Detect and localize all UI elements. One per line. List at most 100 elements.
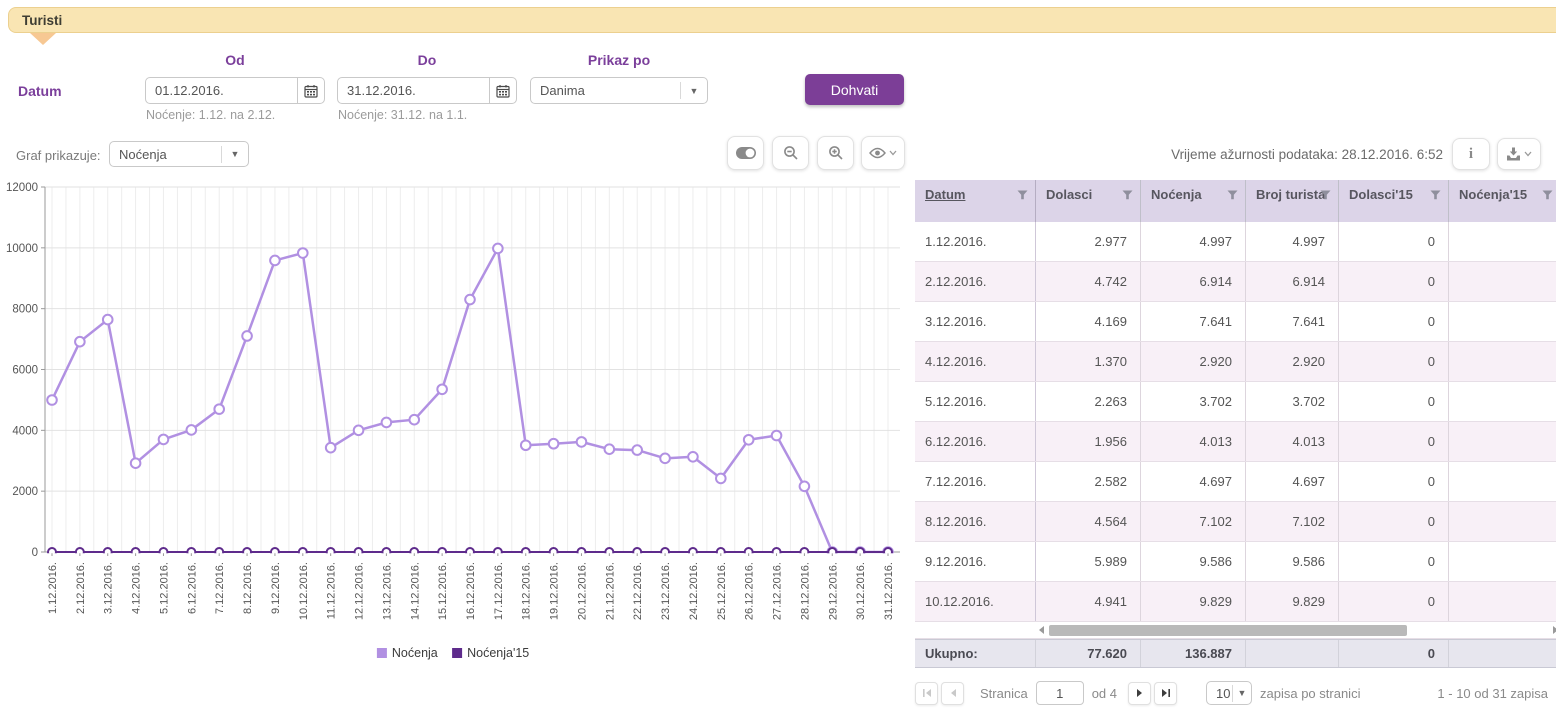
- chevron-down-icon: ▼: [681, 86, 707, 96]
- table-row[interactable]: 1.12.2016.2.9774.9974.9970: [915, 222, 1556, 262]
- page-number-input[interactable]: [1036, 681, 1084, 705]
- next-page-button[interactable]: [1128, 682, 1151, 705]
- cell-value: 4.941: [1036, 582, 1141, 621]
- filter-funnel-icon[interactable]: [1430, 190, 1441, 200]
- data-point-marker[interactable]: [354, 426, 364, 436]
- graf-prikazuje-select[interactable]: Noćenja ▼: [109, 141, 249, 167]
- section-tab-turisti[interactable]: Turisti: [8, 7, 1556, 33]
- data-point-marker[interactable]: [800, 482, 810, 492]
- page-size-select[interactable]: 10 ▼: [1206, 681, 1252, 705]
- table-row[interactable]: 4.12.2016.1.3702.9202.9200: [915, 342, 1556, 382]
- cell-value: 9.586: [1141, 542, 1246, 581]
- filter-funnel-icon[interactable]: [1227, 190, 1238, 200]
- cell-value: 9.829: [1246, 582, 1339, 621]
- table-row[interactable]: 5.12.2016.2.2633.7023.7020: [915, 382, 1556, 422]
- x-axis-tick-label: 1.12.2016.: [47, 562, 59, 614]
- prikaz-po-select[interactable]: Danima ▼: [530, 77, 708, 104]
- column-header-datum[interactable]: Datum: [915, 180, 1036, 222]
- date-to-field[interactable]: 31.12.2016.: [337, 77, 517, 104]
- totals-value: [1246, 640, 1339, 667]
- data-point-marker[interactable]: [326, 443, 336, 453]
- hscroll-left-arrow-icon[interactable]: [1039, 626, 1044, 634]
- data-point-marker[interactable]: [605, 444, 615, 454]
- date-from-field[interactable]: 01.12.2016.: [145, 77, 325, 104]
- hscrollbar-track[interactable]: [1036, 622, 1556, 638]
- export-download-button[interactable]: [1497, 138, 1541, 170]
- data-point-marker[interactable]: [744, 435, 754, 445]
- x-axis-tick-label: 20.12.2016.: [576, 562, 588, 620]
- data-point-marker[interactable]: [131, 458, 141, 468]
- data-point-marker[interactable]: [549, 439, 559, 449]
- last-page-button[interactable]: [1154, 682, 1177, 705]
- totals-value: [1449, 640, 1556, 667]
- cell-date: 9.12.2016.: [915, 542, 1036, 581]
- data-point-marker[interactable]: [242, 331, 252, 341]
- chart-toggle-button[interactable]: [727, 136, 764, 170]
- data-point-marker[interactable]: [688, 452, 698, 462]
- totals-value: 136.887: [1141, 640, 1246, 667]
- data-point-marker[interactable]: [75, 337, 85, 347]
- data-point-marker[interactable]: [577, 437, 587, 447]
- info-button[interactable]: i: [1452, 138, 1490, 170]
- x-axis-tick-label: 21.12.2016.: [604, 562, 616, 620]
- data-point-marker[interactable]: [47, 395, 57, 405]
- data-point-marker[interactable]: [660, 454, 670, 464]
- cell-value: 2.920: [1246, 342, 1339, 381]
- legend-label[interactable]: Noćenja: [392, 646, 438, 660]
- previous-page-button[interactable]: [941, 682, 964, 705]
- totals-value: 77.620: [1036, 640, 1141, 667]
- cell-value: 6.914: [1246, 262, 1339, 301]
- data-point-marker[interactable]: [270, 256, 280, 266]
- legend-label[interactable]: Noćenja'15: [467, 646, 529, 660]
- x-axis-tick-label: 6.12.2016.: [186, 562, 198, 614]
- column-header-broj-turista[interactable]: Broj turista: [1246, 180, 1339, 222]
- chart-visibility-menu-button[interactable]: [861, 136, 905, 170]
- zoom-in-button[interactable]: [817, 136, 854, 170]
- data-point-marker[interactable]: [159, 435, 169, 445]
- data-point-marker[interactable]: [772, 431, 782, 441]
- table-body: 1.12.2016.2.9774.9974.99702.12.2016.4.74…: [915, 222, 1556, 622]
- filter-funnel-icon[interactable]: [1542, 190, 1553, 200]
- data-point-marker[interactable]: [493, 244, 503, 254]
- filter-funnel-icon[interactable]: [1320, 190, 1331, 200]
- x-axis-tick-label: 18.12.2016.: [521, 562, 533, 620]
- magnifier-plus-icon: [828, 145, 844, 161]
- filter-funnel-icon[interactable]: [1122, 190, 1133, 200]
- column-header-no-enja[interactable]: Noćenja: [1141, 180, 1246, 222]
- hscrollbar-thumb[interactable]: [1049, 625, 1407, 636]
- data-point-marker[interactable]: [187, 425, 197, 435]
- table-row[interactable]: 8.12.2016.4.5647.1027.1020: [915, 502, 1556, 542]
- table-row[interactable]: 7.12.2016.2.5824.6974.6970: [915, 462, 1556, 502]
- column-header-dolasci[interactable]: Dolasci: [1036, 180, 1141, 222]
- data-point-marker[interactable]: [437, 384, 447, 394]
- chevron-down-icon: ▼: [222, 149, 248, 159]
- date-from-value[interactable]: 01.12.2016.: [146, 83, 297, 98]
- line-chart[interactable]: 0200040006000800010000120001.12.2016.2.1…: [0, 182, 910, 674]
- column-header-no-enja-15[interactable]: Noćenja'15: [1449, 180, 1556, 222]
- table-row[interactable]: 2.12.2016.4.7426.9146.9140: [915, 262, 1556, 302]
- y-axis-tick-label: 10000: [6, 243, 38, 255]
- data-point-marker[interactable]: [632, 445, 642, 455]
- table-row[interactable]: 9.12.2016.5.9899.5869.5860: [915, 542, 1556, 582]
- column-header-dolasci-15[interactable]: Dolasci'15: [1339, 180, 1449, 222]
- first-page-button[interactable]: [915, 682, 938, 705]
- data-point-marker[interactable]: [521, 440, 531, 450]
- zoom-out-button[interactable]: [772, 136, 809, 170]
- table-row[interactable]: 3.12.2016.4.1697.6417.6410: [915, 302, 1556, 342]
- data-point-marker[interactable]: [214, 404, 224, 414]
- date-to-value[interactable]: 31.12.2016.: [338, 83, 489, 98]
- date-to-calendar-button[interactable]: [489, 78, 516, 103]
- filter-funnel-icon[interactable]: [1017, 190, 1028, 200]
- cell-value: 5.989: [1036, 542, 1141, 581]
- table-row[interactable]: 6.12.2016.1.9564.0134.0130: [915, 422, 1556, 462]
- date-from-calendar-button[interactable]: [297, 78, 324, 103]
- data-point-marker[interactable]: [716, 474, 726, 484]
- data-point-marker[interactable]: [382, 418, 392, 428]
- table-row[interactable]: 10.12.2016.4.9419.8299.8290: [915, 582, 1556, 622]
- dohvati-button[interactable]: Dohvati: [805, 74, 904, 105]
- datum-label: Datum: [18, 83, 62, 99]
- data-point-marker[interactable]: [103, 315, 113, 325]
- data-point-marker[interactable]: [465, 295, 475, 305]
- data-point-marker[interactable]: [298, 248, 308, 258]
- data-point-marker[interactable]: [409, 415, 419, 425]
